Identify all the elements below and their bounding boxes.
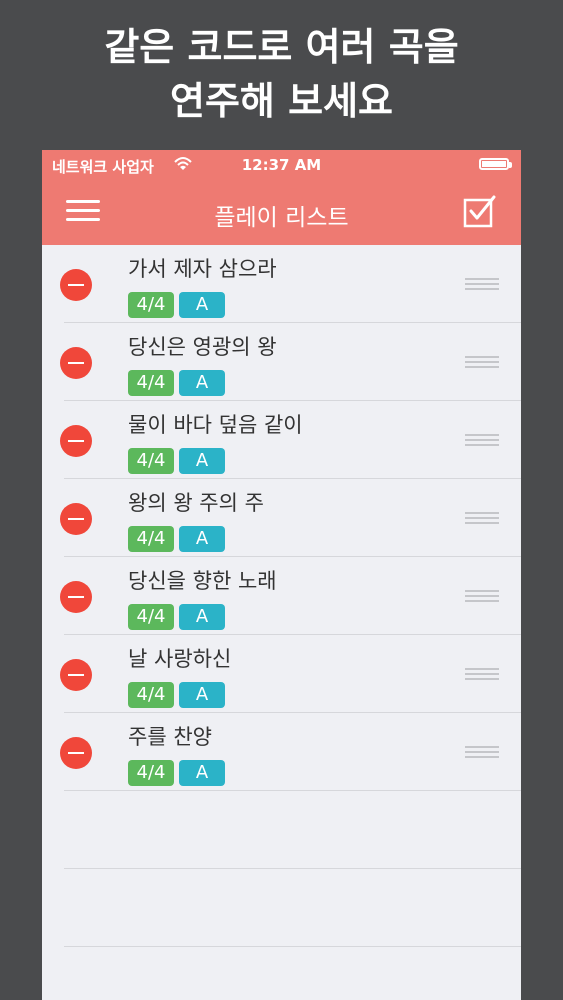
meter-badge: 4/4: [128, 370, 174, 396]
delete-icon[interactable]: [60, 503, 92, 535]
song-title: 왕의 왕 주의 주: [128, 491, 264, 515]
key-badge: A: [179, 526, 225, 552]
key-badge: A: [179, 292, 225, 318]
nav-title: 플레이 리스트: [214, 205, 349, 231]
delete-icon[interactable]: [60, 737, 92, 769]
list-item[interactable]: 당신은 영광의 왕 4/4 A: [42, 323, 521, 401]
delete-icon[interactable]: [60, 425, 92, 457]
promo-banner: 같은 코드로 여러 곡을 연주해 보세요: [0, 0, 563, 150]
row-divider: [64, 790, 521, 791]
status-time: 12:37 AM: [241, 156, 322, 174]
list-item[interactable]: 가서 제자 삼으라 4/4 A: [42, 245, 521, 323]
top-bar: 네트워크 사업자 12:37 AM 플레이 리스트: [42, 150, 521, 245]
status-bar: 네트워크 사업자 12:37 AM: [42, 150, 521, 180]
key-badge: A: [179, 370, 225, 396]
reorder-handle-icon[interactable]: [465, 590, 499, 602]
battery-icon: [479, 158, 512, 170]
key-badge: A: [179, 760, 225, 786]
phone-screen: 네트워크 사업자 12:37 AM 플레이 리스트 가서 제자 삼으라 4/4 A 당…: [42, 150, 521, 1000]
playlist: 가서 제자 삼으라 4/4 A 당신은 영광의 왕 4/4 A 물이 바다 덮음 같이 4/4…: [42, 245, 521, 1000]
delete-icon[interactable]: [60, 269, 92, 301]
meter-badge: 4/4: [128, 682, 174, 708]
key-badge: A: [179, 682, 225, 708]
meter-badge: 4/4: [128, 526, 174, 552]
delete-icon[interactable]: [60, 659, 92, 691]
list-item[interactable]: 날 사랑하신 4/4 A: [42, 635, 521, 713]
checkbox-edit-icon[interactable]: [463, 194, 497, 228]
song-title: 당신은 영광의 왕: [128, 335, 277, 359]
delete-icon[interactable]: [60, 581, 92, 613]
reorder-handle-icon[interactable]: [465, 434, 499, 446]
list-item[interactable]: 물이 바다 덮음 같이 4/4 A: [42, 401, 521, 479]
key-badge: A: [179, 604, 225, 630]
reorder-handle-icon[interactable]: [465, 356, 499, 368]
empty-row-divider: [64, 946, 521, 947]
promo-line-2: 연주해 보세요: [170, 79, 393, 123]
song-title: 물이 바다 덮음 같이: [128, 413, 303, 437]
promo-line-1: 같은 코드로 여러 곡을: [104, 25, 459, 69]
song-title: 날 사랑하신: [128, 647, 232, 671]
list-item[interactable]: 주를 찬양 4/4 A: [42, 713, 521, 791]
song-title: 주를 찬양: [128, 725, 212, 749]
song-title: 당신을 향한 노래: [128, 569, 277, 593]
reorder-handle-icon[interactable]: [465, 278, 499, 290]
meter-badge: 4/4: [128, 448, 174, 474]
key-badge: A: [179, 448, 225, 474]
delete-icon[interactable]: [60, 347, 92, 379]
reorder-handle-icon[interactable]: [465, 512, 499, 524]
reorder-handle-icon[interactable]: [465, 746, 499, 758]
meter-badge: 4/4: [128, 604, 174, 630]
meter-badge: 4/4: [128, 760, 174, 786]
reorder-handle-icon[interactable]: [465, 668, 499, 680]
list-item[interactable]: 당신을 향한 노래 4/4 A: [42, 557, 521, 635]
list-item[interactable]: 왕의 왕 주의 주 4/4 A: [42, 479, 521, 557]
empty-row-divider: [64, 868, 521, 869]
song-title: 가서 제자 삼으라: [128, 257, 277, 281]
meter-badge: 4/4: [128, 292, 174, 318]
